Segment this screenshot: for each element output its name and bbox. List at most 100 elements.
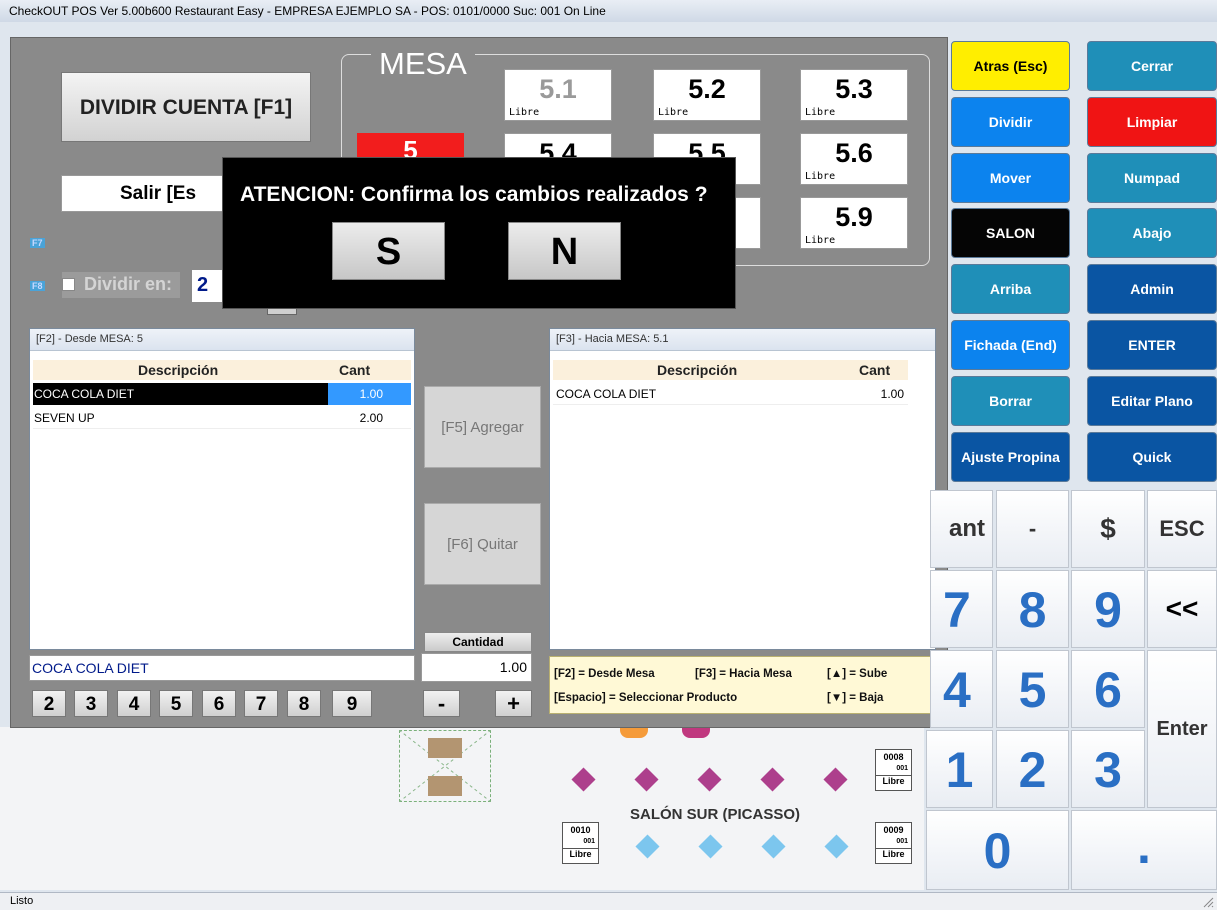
function-button-enter[interactable]: ENTER: [1087, 320, 1217, 370]
function-button-atras-esc[interactable]: Atras (Esc): [951, 41, 1070, 91]
floor-table-number: 0010: [570, 825, 591, 835]
cantidad-label: Cantidad: [424, 632, 532, 652]
keypad-1-button[interactable]: 1: [926, 730, 993, 808]
function-button-quick[interactable]: Quick: [1087, 432, 1217, 482]
row-cant: 2.00: [359, 411, 383, 425]
f7-tag: F7: [30, 238, 45, 248]
legend-space: [Espacio] = Seleccionar Producto: [554, 692, 738, 704]
keypad-esc-button[interactable]: ESC: [1147, 490, 1217, 568]
keypad-enter-button[interactable]: Enter: [1147, 650, 1217, 808]
confirm-modal: [222, 157, 736, 309]
row-desc: SEVEN UP: [34, 411, 95, 425]
cantidad-field[interactable]: 1.00: [421, 653, 532, 682]
function-button-fichada-end[interactable]: Fichada (End): [951, 320, 1070, 370]
table-row[interactable]: COCA COLA DIET 1.00: [553, 383, 908, 405]
keypad-dot-button[interactable]: .: [1071, 810, 1217, 890]
table-status: Libre: [805, 107, 836, 118]
function-button-admin[interactable]: Admin: [1087, 264, 1217, 314]
function-button-limpiar[interactable]: Limpiar: [1087, 97, 1217, 147]
quick-number-button[interactable]: 7: [244, 690, 278, 717]
floor-table-number: 0008: [883, 752, 904, 762]
from-table-panel: [F2] - Desde MESA: 5 Descripción Cant CO…: [29, 328, 415, 650]
resize-grip-icon[interactable]: [1202, 896, 1214, 908]
confirm-yes-button[interactable]: S: [332, 222, 445, 280]
table-status: Libre: [658, 107, 689, 118]
keypad-backspace-button[interactable]: <<: [1147, 570, 1217, 648]
confirm-no-button[interactable]: N: [508, 222, 621, 280]
cantidad-plus-button[interactable]: +: [495, 690, 532, 717]
mesa-title: MESA: [371, 46, 475, 82]
row-desc: COCA COLA DIET: [556, 387, 657, 401]
floor-table-tag[interactable]: 0009 001 Libre: [875, 822, 912, 864]
to-panel-title: [F3] - Hacia MESA: 5.1: [550, 329, 935, 351]
from-panel-title: [F2] - Desde MESA: 5: [30, 329, 414, 351]
dividir-en-value[interactable]: 2: [192, 270, 226, 302]
function-button-editar-plano[interactable]: Editar Plano: [1087, 376, 1217, 426]
keypad-2-button[interactable]: 2: [996, 730, 1069, 808]
function-button-abajo[interactable]: Abajo: [1087, 208, 1217, 258]
status-bar: Listo: [0, 892, 1217, 910]
quick-number-button[interactable]: 5: [159, 690, 193, 717]
keypad-4-button[interactable]: 4: [930, 650, 993, 728]
quick-number-button[interactable]: 8: [287, 690, 321, 717]
table-partial[interactable]: [735, 197, 761, 249]
keypad-7-button[interactable]: 7: [930, 570, 993, 648]
table-5-3[interactable]: 5.3 Libre: [800, 69, 908, 121]
keypad-dash-button[interactable]: -: [996, 490, 1069, 568]
quick-number-button[interactable]: 3: [74, 690, 108, 717]
keypad-3-button[interactable]: 3: [1071, 730, 1145, 808]
quick-number-button[interactable]: 2: [32, 690, 66, 717]
row-cant: 1.00: [880, 387, 904, 401]
confirm-message: ATENCION: Confirma los cambios realizado…: [240, 183, 708, 206]
keypad-dollar-button[interactable]: $: [1071, 490, 1145, 568]
quick-number-button[interactable]: 4: [117, 690, 151, 717]
function-button-salon[interactable]: SALON: [951, 208, 1070, 258]
legend-from: [F2] = Desde Mesa: [554, 668, 655, 680]
floor-table-tag[interactable]: 0008 001 Libre: [875, 749, 912, 791]
keypad-cant-button[interactable]: ant: [930, 490, 993, 568]
legend-to: [F3] = Hacia Mesa: [695, 668, 792, 680]
to-col-cant: Cant: [859, 362, 891, 378]
to-col-desc: Descripción: [657, 362, 738, 378]
agregar-button[interactable]: [F5] Agregar: [424, 386, 541, 468]
from-col-desc: Descripción: [138, 362, 219, 378]
keypad-0-button[interactable]: 0: [926, 810, 1069, 890]
function-button-mover[interactable]: Mover: [951, 153, 1070, 203]
dividir-en-checkbox[interactable]: [62, 278, 75, 291]
window-title-bar: CheckOUT POS Ver 5.00b600 Restaurant Eas…: [0, 0, 1217, 22]
floor-table-tag[interactable]: 0010 001 Libre: [562, 822, 599, 864]
cantidad-minus-button[interactable]: -: [423, 690, 460, 717]
to-table-panel: [F3] - Hacia MESA: 5.1 Descripción Cant …: [549, 328, 936, 650]
table-number: 5.2: [688, 74, 726, 104]
table-number: 5.9: [835, 202, 873, 232]
function-button-arriba[interactable]: Arriba: [951, 264, 1070, 314]
table-5-2[interactable]: 5.2 Libre: [653, 69, 761, 121]
function-button-borrar[interactable]: Borrar: [951, 376, 1070, 426]
quick-number-button[interactable]: 6: [202, 690, 236, 717]
floor-table-status: Libre: [876, 848, 911, 860]
floor-table-suc: 001: [896, 765, 908, 772]
function-button-ajuste-propina[interactable]: Ajuste Propina: [951, 432, 1070, 482]
quitar-button[interactable]: [F6] Quitar: [424, 503, 541, 585]
dividir-cuenta-button[interactable]: DIVIDIR CUENTA [F1]: [61, 72, 311, 142]
table-number: 5.1: [539, 74, 577, 104]
function-button-numpad[interactable]: Numpad: [1087, 153, 1217, 203]
table-5-1[interactable]: 5.1 Libre: [504, 69, 612, 121]
keypad-6-button[interactable]: 6: [1071, 650, 1145, 728]
table-row[interactable]: COCA COLA DIET 1.00: [33, 383, 411, 405]
table-5-6[interactable]: 5.6 Libre: [800, 133, 908, 185]
keypad-8-button[interactable]: 8: [996, 570, 1069, 648]
table-row[interactable]: SEVEN UP 2.00: [33, 407, 411, 429]
keypad-9-button[interactable]: 9: [1071, 570, 1145, 648]
table-5-9[interactable]: 5.9 Libre: [800, 197, 908, 249]
function-button-cerrar[interactable]: Cerrar: [1087, 41, 1217, 91]
legend-down: [▼] = Baja: [827, 692, 884, 704]
keypad-5-button[interactable]: 5: [996, 650, 1069, 728]
function-button-dividir[interactable]: Dividir: [951, 97, 1070, 147]
table-status: Libre: [805, 171, 836, 182]
floor-chair: [428, 776, 462, 796]
table-number: 5.3: [835, 74, 873, 104]
floor-table-status: Libre: [876, 775, 911, 787]
quick-number-button[interactable]: 9: [332, 690, 372, 717]
keyboard-legend: [F2] = Desde Mesa [F3] = Hacia Mesa [▲] …: [549, 656, 934, 714]
